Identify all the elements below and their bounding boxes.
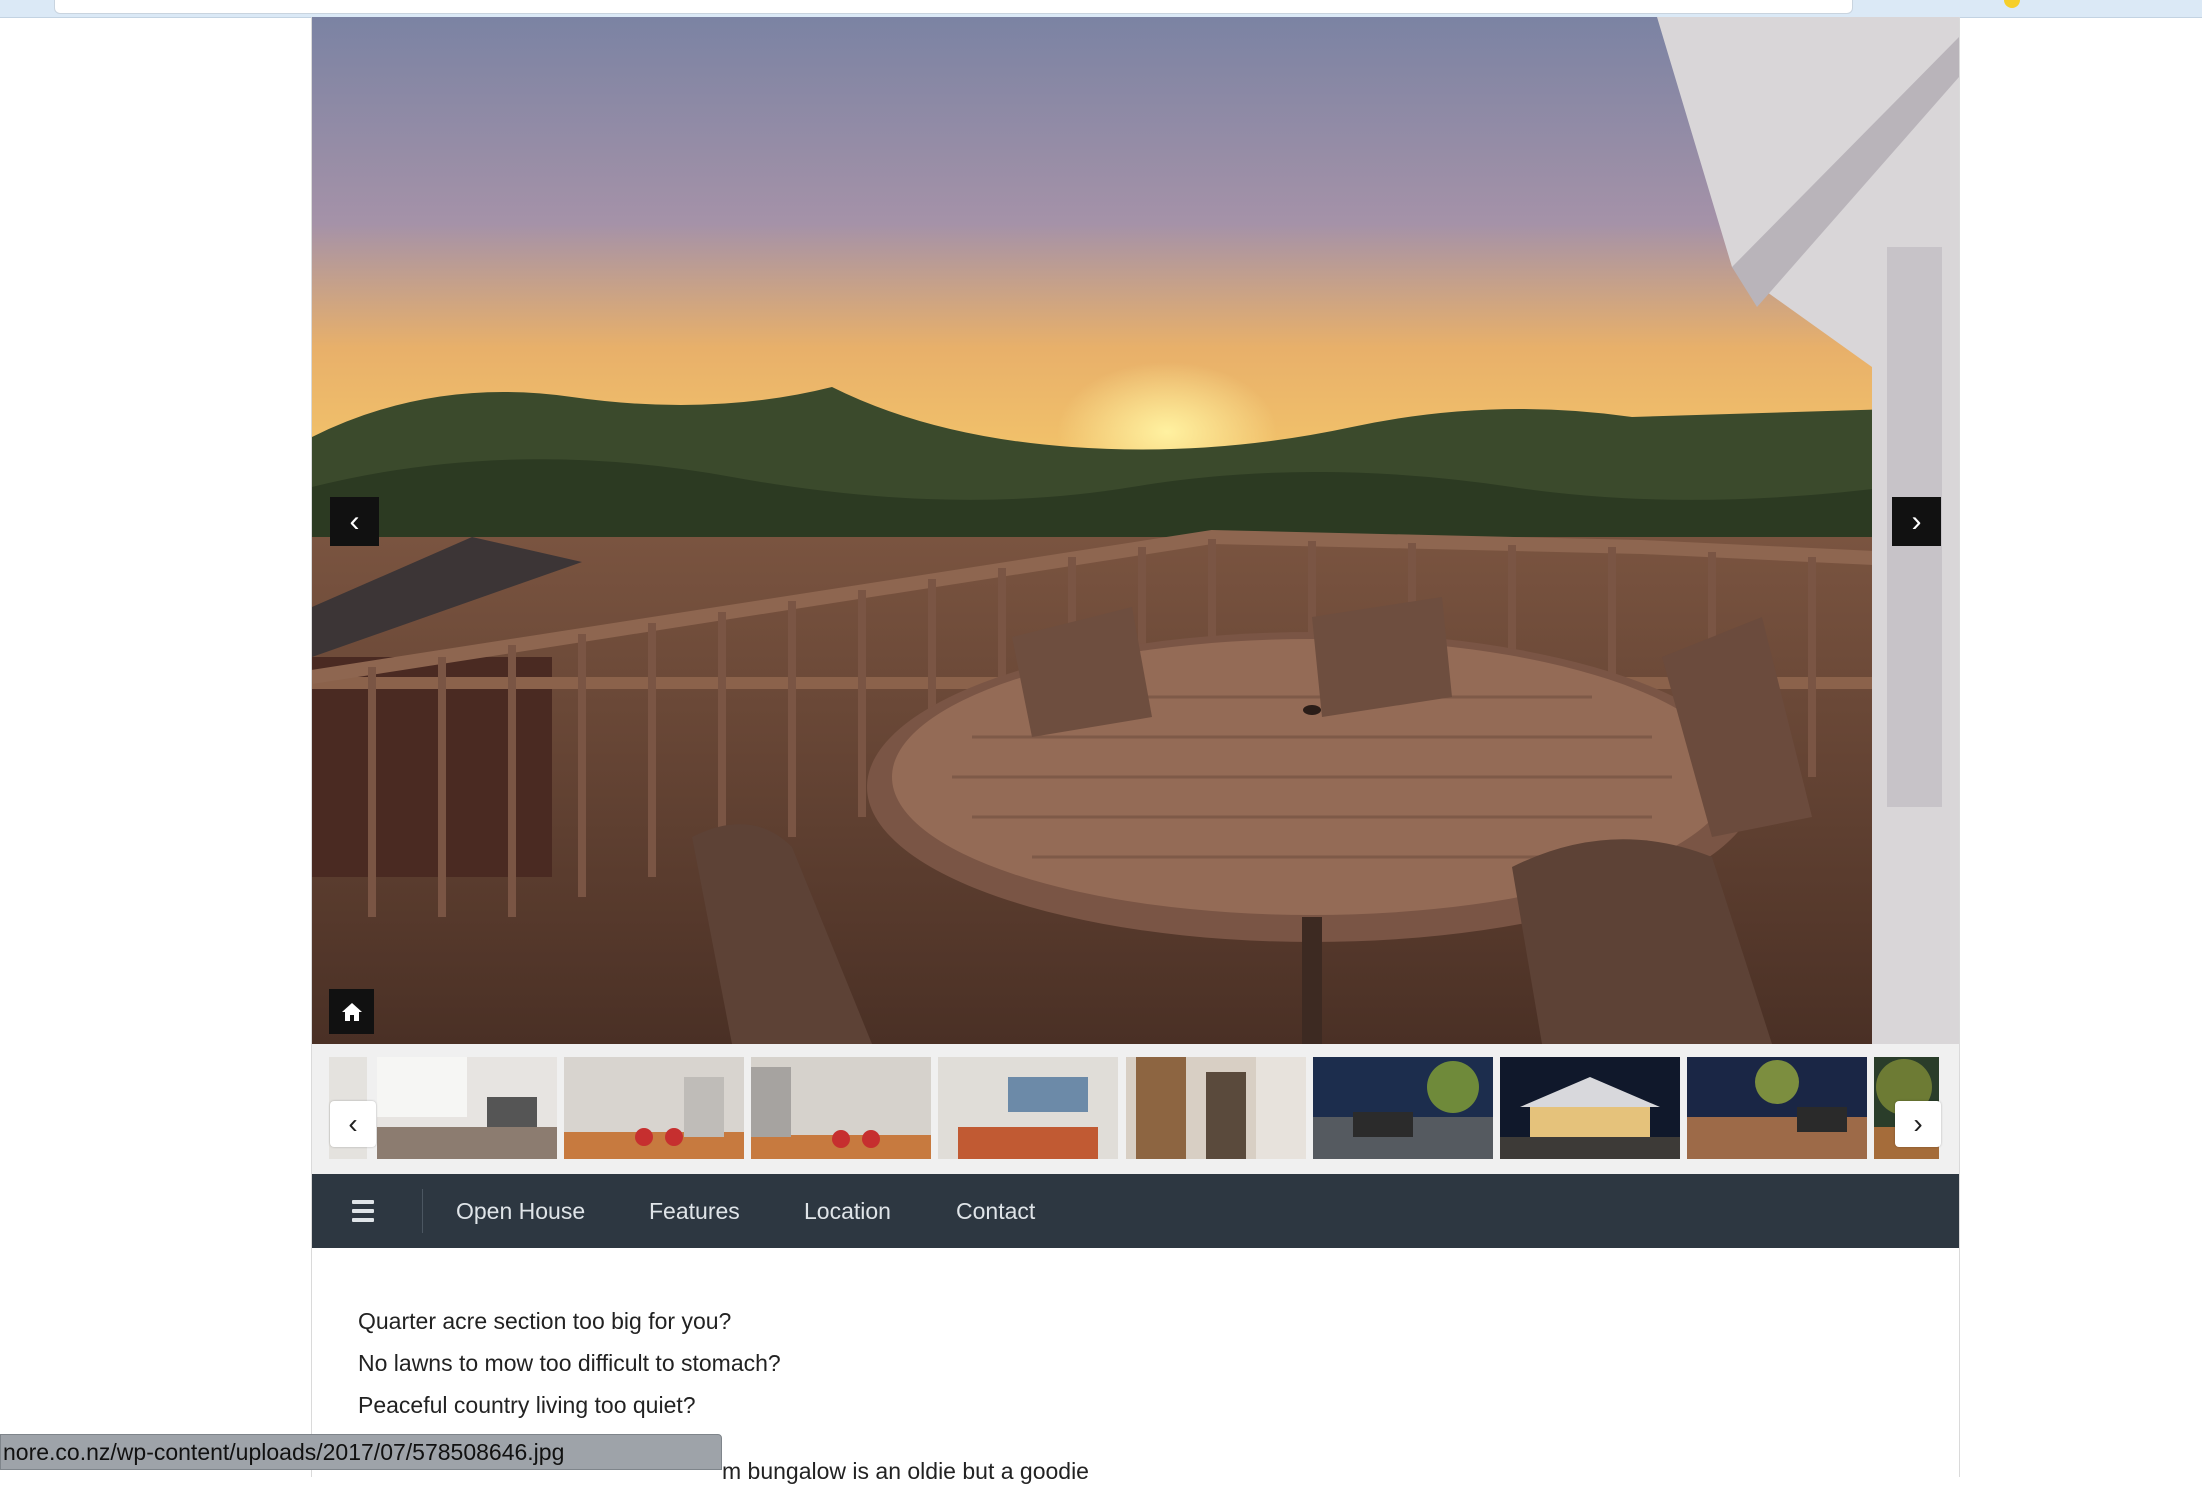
thumb-living-room[interactable] bbox=[377, 1057, 557, 1159]
listing-description: Quarter acre section too big for you? No… bbox=[358, 1300, 781, 1426]
listing-panel: ‹ › ‹ › Open House Features Location Con… bbox=[311, 17, 1960, 1484]
thumb-lounge[interactable] bbox=[938, 1057, 1118, 1159]
thumbs-prev-button[interactable]: ‹ bbox=[330, 1101, 376, 1147]
hero-prev-button[interactable]: ‹ bbox=[330, 497, 379, 546]
hero-next-button[interactable]: › bbox=[1892, 497, 1941, 546]
hero-slideshow[interactable]: ‹ › bbox=[312, 17, 1959, 1044]
nav-link-open-house[interactable]: Open House bbox=[456, 1174, 585, 1248]
thumb-house-night[interactable] bbox=[1500, 1057, 1680, 1159]
thumb-hallway[interactable] bbox=[1126, 1057, 1306, 1159]
description-line: Peaceful country living too quiet? bbox=[358, 1392, 696, 1418]
thumbnail-strip: ‹ › bbox=[312, 1044, 1959, 1190]
hero-image bbox=[312, 17, 1959, 1044]
nav-link-location[interactable]: Location bbox=[804, 1174, 891, 1248]
thumbs-next-button[interactable]: › bbox=[1895, 1101, 1941, 1147]
section-navbar: Open House Features Location Contact bbox=[312, 1174, 1959, 1248]
home-button[interactable] bbox=[329, 989, 374, 1034]
link-status-bar: nore.co.nz/wp-content/uploads/2017/07/57… bbox=[0, 1434, 722, 1470]
hamburger-menu-icon[interactable] bbox=[348, 1195, 378, 1227]
bookmark-star-icon[interactable] bbox=[2004, 0, 2020, 8]
thumb-kitchen-2[interactable] bbox=[751, 1057, 931, 1159]
chevron-left-icon: ‹ bbox=[348, 1108, 358, 1139]
description-line: No lawns to mow too difficult to stomach… bbox=[358, 1350, 781, 1376]
thumb-deck-night-1[interactable] bbox=[1313, 1057, 1493, 1159]
nav-divider bbox=[422, 1189, 423, 1233]
thumb-kitchen-1[interactable] bbox=[564, 1057, 744, 1159]
chevron-right-icon: › bbox=[1911, 504, 1922, 538]
nav-link-contact[interactable]: Contact bbox=[956, 1174, 1035, 1248]
description-line-partial: m bungalow is an oldie but a goodie bbox=[722, 1458, 1089, 1484]
chevron-left-icon: ‹ bbox=[349, 504, 360, 538]
browser-toolbar bbox=[0, 0, 2202, 18]
thumbnail-track bbox=[329, 1057, 1939, 1159]
nav-link-features[interactable]: Features bbox=[649, 1174, 740, 1248]
thumb-deck-night-2[interactable] bbox=[1687, 1057, 1867, 1159]
chevron-right-icon: › bbox=[1913, 1108, 1923, 1139]
home-icon bbox=[341, 1002, 362, 1021]
description-line: Quarter acre section too big for you? bbox=[358, 1308, 732, 1334]
address-bar[interactable] bbox=[54, 0, 1853, 14]
